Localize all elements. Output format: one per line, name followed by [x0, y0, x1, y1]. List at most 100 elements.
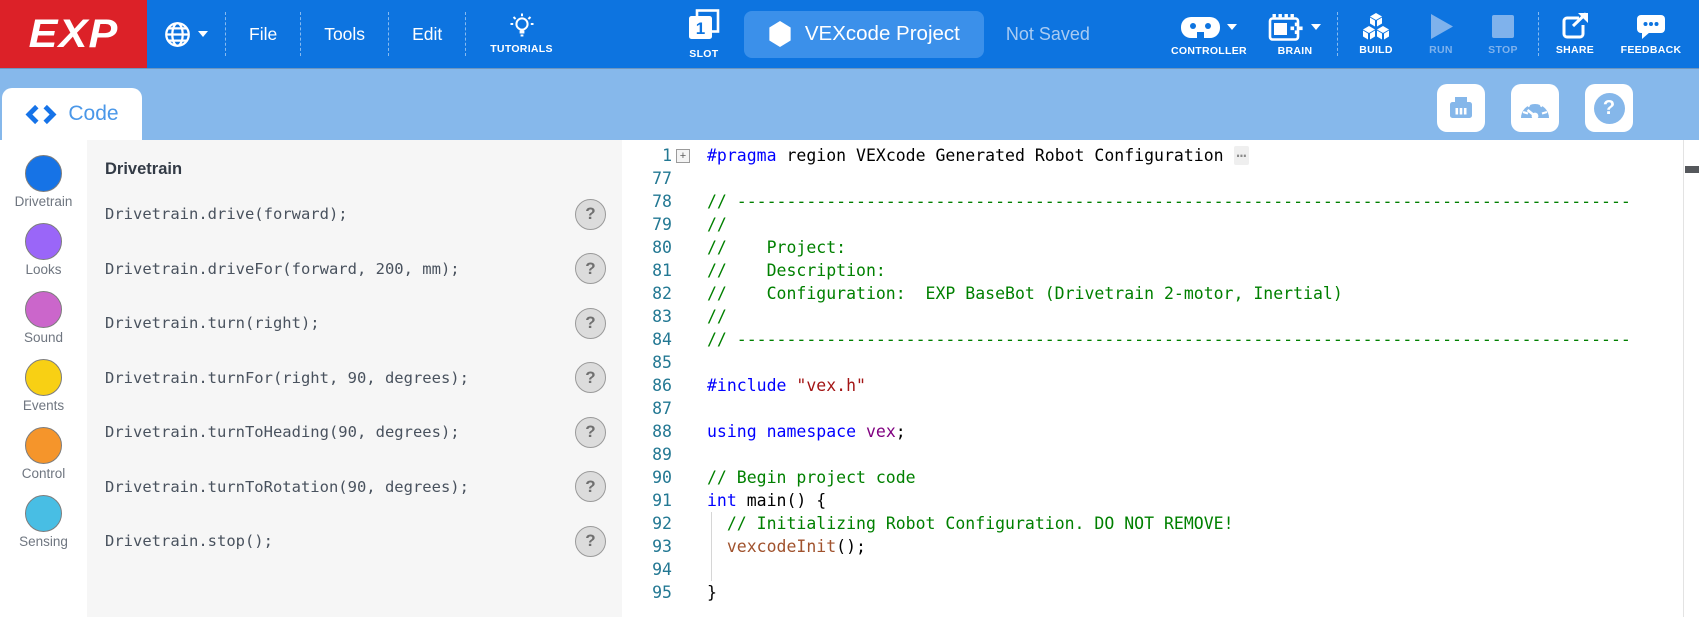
monitor-dashboard-button[interactable] [1511, 84, 1559, 132]
project-name-button[interactable]: VEXcode Project [744, 11, 984, 58]
sidebar-item-control[interactable]: Control [0, 427, 87, 481]
tab-code[interactable]: Code [2, 88, 142, 140]
fold-column [672, 305, 694, 328]
code-line: 95} [622, 581, 1699, 604]
menu-tools[interactable]: Tools [301, 24, 388, 45]
code-text[interactable] [694, 397, 707, 420]
line-number: 86 [622, 374, 672, 397]
fold-column [672, 351, 694, 374]
fold-column [672, 443, 694, 466]
code-text[interactable]: // [694, 213, 727, 236]
fold-expand-icon[interactable]: + [676, 149, 690, 163]
fold-column [672, 535, 694, 558]
menu-edit[interactable]: Edit [389, 24, 465, 45]
code-text[interactable]: // Initializing Robot Configuration. DO … [694, 512, 1234, 535]
fold-column [672, 167, 694, 190]
chevron-down-icon [1227, 24, 1237, 30]
code-line: 87 [622, 397, 1699, 420]
brain-button[interactable]: BRAIN [1259, 12, 1331, 57]
stop-button[interactable]: STOP [1474, 12, 1532, 56]
command-panel: Drivetrain Drivetrain.drive(forward);?Dr… [87, 140, 622, 617]
code-text[interactable]: // [694, 305, 727, 328]
command-help-button[interactable]: ? [575, 471, 606, 502]
code-token: "vex.h" [796, 376, 866, 395]
code-text[interactable] [694, 558, 707, 581]
slot-button[interactable]: 1 SLOT [684, 9, 724, 60]
command-help-button[interactable]: ? [575, 417, 606, 448]
command-row[interactable]: Drivetrain.driveFor(forward, 200, mm);? [105, 242, 606, 297]
code-text[interactable] [694, 167, 707, 190]
code-token [707, 537, 727, 556]
code-text[interactable]: #pragma region VEXcode Generated Robot C… [694, 144, 1249, 167]
editor-scrollbar[interactable] [1683, 140, 1699, 617]
code-line: 86 #include "vex.h" [622, 374, 1699, 397]
menu-file[interactable]: File [226, 24, 300, 45]
sidebar-item-looks[interactable]: Looks [0, 223, 87, 277]
line-number: 79 [622, 213, 672, 236]
share-button[interactable]: SHARE [1545, 12, 1605, 56]
command-row[interactable]: Drivetrain.turnToHeading(90, degrees);? [105, 405, 606, 460]
code-text[interactable] [694, 351, 707, 374]
help-button[interactable]: ? [1585, 84, 1633, 132]
gauge-icon [1519, 95, 1551, 121]
category-color-dot [25, 427, 62, 464]
code-text[interactable]: vexcodeInit(); [694, 535, 866, 558]
build-button[interactable]: BUILD [1344, 12, 1408, 56]
code-text[interactable] [694, 443, 707, 466]
code-token: main() { [737, 491, 826, 510]
code-text[interactable]: #include "vex.h" [694, 374, 866, 397]
code-text[interactable]: // Configuration: EXP BaseBot (Drivetrai… [694, 282, 1343, 305]
code-line: 92 // Initializing Robot Configuration. … [622, 512, 1699, 535]
tutorials-button[interactable]: TUTORIALS [480, 13, 563, 55]
category-label: Sensing [19, 534, 68, 549]
lightbulb-icon [509, 13, 535, 40]
indent-guide [711, 558, 712, 581]
sidebar-item-sound[interactable]: Sound [0, 291, 87, 345]
command-row[interactable]: Drivetrain.stop();? [105, 514, 606, 569]
code-token: using [707, 422, 757, 441]
command-text: Drivetrain.driveFor(forward, 200, mm); [105, 260, 460, 278]
code-line: 91int main() { [622, 489, 1699, 512]
code-line: 82// Configuration: EXP BaseBot (Drivetr… [622, 282, 1699, 305]
command-help-button[interactable]: ? [575, 526, 606, 557]
code-token: // Description: [707, 261, 886, 280]
command-row[interactable]: Drivetrain.turnFor(right, 90, degrees);? [105, 351, 606, 406]
save-status: Not Saved [1006, 24, 1090, 45]
command-help-button[interactable]: ? [575, 362, 606, 393]
code-text[interactable]: } [694, 581, 717, 604]
controller-icon [1180, 13, 1221, 40]
run-button[interactable]: RUN [1414, 12, 1468, 56]
line-number: 1 [622, 144, 672, 167]
code-text[interactable]: // Description: [694, 259, 886, 282]
command-help-button[interactable]: ? [575, 253, 606, 284]
sidebar-item-drivetrain[interactable]: Drivetrain [0, 155, 87, 209]
editor-scrollbar-thumb[interactable] [1685, 166, 1699, 173]
line-number: 93 [622, 535, 672, 558]
language-globe-button[interactable] [147, 21, 225, 48]
print-console-button[interactable] [1437, 84, 1485, 132]
sidebar-item-sensing[interactable]: Sensing [0, 495, 87, 549]
code-token: // Begin project code [707, 468, 916, 487]
feedback-button[interactable]: FEEDBACK [1611, 12, 1691, 56]
code-text[interactable]: // Project: [694, 236, 846, 259]
command-row[interactable]: Drivetrain.turnToRotation(90, degrees);? [105, 460, 606, 515]
code-text[interactable]: // -------------------------------------… [694, 190, 1631, 213]
code-text[interactable]: // -------------------------------------… [694, 328, 1631, 351]
code-text[interactable]: int main() { [694, 489, 826, 512]
code-lines: 1 + #pragma region VEXcode Generated Robot… [622, 144, 1699, 604]
feedback-label: FEEDBACK [1621, 44, 1682, 56]
command-help-button[interactable]: ? [575, 199, 606, 230]
controller-button[interactable]: CONTROLLER [1165, 12, 1253, 57]
feedback-bubble-icon [1636, 12, 1666, 41]
command-help-button[interactable]: ? [575, 308, 606, 339]
code-text[interactable]: // Begin project code [694, 466, 916, 489]
code-token: namespace [767, 422, 856, 441]
sidebar-item-events[interactable]: Events [0, 359, 87, 413]
code-editor[interactable]: 1 + #pragma region VEXcode Generated Robot… [622, 140, 1699, 617]
line-number: 90 [622, 466, 672, 489]
code-line: 85 [622, 351, 1699, 374]
command-row[interactable]: Drivetrain.drive(forward);? [105, 187, 606, 242]
actions-divider [1337, 12, 1338, 56]
code-text[interactable]: using namespace vex; [694, 420, 906, 443]
command-row[interactable]: Drivetrain.turn(right);? [105, 296, 606, 351]
